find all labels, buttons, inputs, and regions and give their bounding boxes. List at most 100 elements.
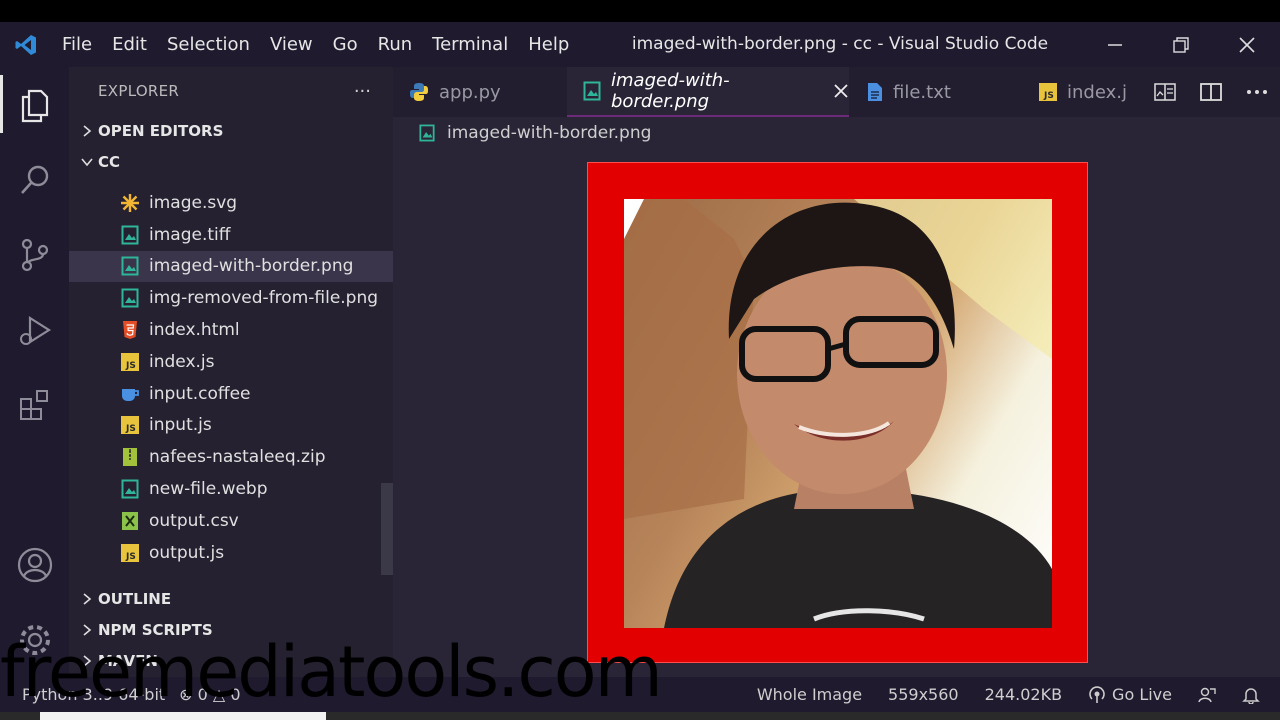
screen-top-band xyxy=(0,0,1280,22)
window-title: imaged-with-border.png - cc - Visual Stu… xyxy=(631,34,1049,54)
vscode-logo-icon xyxy=(0,22,52,67)
section-label: OUTLINE xyxy=(98,589,172,608)
file-tree-item[interactable]: img-removed-from-file.png xyxy=(69,282,393,314)
zoom-level[interactable]: Whole Image xyxy=(757,685,862,704)
tab-label: index.j xyxy=(1067,81,1127,103)
file-tree-item[interactable]: input.coffee xyxy=(69,378,393,410)
tab-label: file.txt xyxy=(893,81,951,103)
source-control-icon xyxy=(21,238,48,271)
image-file-icon xyxy=(119,224,141,246)
file-name: image.tiff xyxy=(149,224,231,245)
file-tree-item[interactable]: image.tiff xyxy=(69,219,393,251)
file-tree-item[interactable]: image.svg xyxy=(69,187,393,219)
go-live-button[interactable]: Go Live xyxy=(1088,685,1172,704)
tab-index-js[interactable]: JS index.j xyxy=(1039,67,1139,117)
file-tree-item[interactable]: nafees-nastaleeq.zip xyxy=(69,441,393,473)
feedback-button[interactable] xyxy=(1198,686,1216,704)
folder-label: CC xyxy=(98,152,121,171)
js-file-icon: JS xyxy=(1039,83,1057,101)
file-name: index.js xyxy=(149,351,215,372)
image-file-icon xyxy=(583,81,601,101)
restore-button[interactable] xyxy=(1148,22,1214,67)
tab-label: imaged-with-border.png xyxy=(611,70,730,112)
extensions-icon xyxy=(19,389,48,420)
tab-file-txt[interactable]: file.txt xyxy=(867,67,1017,117)
menu-file[interactable]: File xyxy=(52,22,102,67)
tab-app-py[interactable]: app.py xyxy=(409,67,579,117)
file-tree-item[interactable]: output.csv xyxy=(69,505,393,537)
run-debug-icon xyxy=(19,315,51,345)
notifications-button[interactable] xyxy=(1242,686,1260,704)
menu-run[interactable]: Run xyxy=(368,22,423,67)
menu-edit[interactable]: Edit xyxy=(102,22,157,67)
search-icon xyxy=(20,165,48,194)
menu-help[interactable]: Help xyxy=(518,22,579,67)
breadcrumb[interactable]: imaged-with-border.png xyxy=(419,121,651,145)
editor-actions xyxy=(1134,67,1280,117)
sidebar-scrollbar[interactable] xyxy=(381,483,393,575)
activity-search[interactable] xyxy=(0,142,69,217)
feedback-icon xyxy=(1198,687,1216,702)
editor-area: app.py imaged-with-border.png file.txt J… xyxy=(393,67,1280,677)
activity-bar xyxy=(0,67,69,677)
menu-go[interactable]: Go xyxy=(323,22,368,67)
more-editor-actions-button[interactable] xyxy=(1234,67,1280,117)
tab-label: app.py xyxy=(439,81,501,103)
image-file-icon xyxy=(119,255,141,277)
js-file-icon: JS xyxy=(119,414,141,436)
split-editor-button[interactable] xyxy=(1188,67,1234,117)
broadcast-icon xyxy=(1089,685,1105,703)
explorer-header: EXPLORER ··· xyxy=(69,67,393,115)
file-name: input.js xyxy=(149,415,212,436)
file-name: index.html xyxy=(149,320,240,341)
menu-bar: File Edit Selection View Go Run Terminal… xyxy=(52,22,579,67)
close-window-button[interactable] xyxy=(1214,22,1280,67)
menu-view[interactable]: View xyxy=(260,22,323,67)
minimize-button[interactable] xyxy=(1082,22,1148,67)
file-tree: image.svg image.tiff imaged-with-border.pn… xyxy=(69,177,393,579)
file-tree-item[interactable]: imaged-with-border.png xyxy=(69,250,393,283)
section-open-editors[interactable]: OPEN EDITORS xyxy=(69,115,393,146)
activity-explorer[interactable] xyxy=(0,67,69,142)
file-name: input.coffee xyxy=(149,383,251,404)
activity-run-debug[interactable] xyxy=(0,292,69,367)
menu-selection[interactable]: Selection xyxy=(157,22,260,67)
file-name: img-removed-from-file.png xyxy=(149,288,379,309)
js-file-icon: JS xyxy=(119,351,141,373)
activity-source-control[interactable] xyxy=(0,217,69,292)
tab-imaged-with-border[interactable]: imaged-with-border.png xyxy=(567,67,849,117)
file-tree-item[interactable]: JS input.js xyxy=(69,410,393,442)
activity-extensions[interactable] xyxy=(0,367,69,442)
file-name: output.csv xyxy=(149,510,239,531)
window-controls xyxy=(1082,22,1280,67)
title-bar: File Edit Selection View Go Run Terminal… xyxy=(0,22,1280,67)
section-folder-cc[interactable]: CC xyxy=(69,146,393,177)
more-actions-icon[interactable]: ··· xyxy=(354,81,371,102)
explorer-sidebar: EXPLORER ··· OPEN EDITORS CC image.svg im… xyxy=(69,67,393,677)
activity-accounts[interactable] xyxy=(0,527,69,602)
restore-icon xyxy=(1173,36,1189,53)
file-tree-item[interactable]: index.html xyxy=(69,314,393,346)
image-preview[interactable] xyxy=(587,162,1088,663)
taskbar-search-box[interactable] xyxy=(40,712,326,720)
menu-terminal[interactable]: Terminal xyxy=(422,22,518,67)
tab-close-icon[interactable] xyxy=(833,83,849,99)
text-file-icon xyxy=(867,82,883,102)
svg-text:JS: JS xyxy=(125,361,136,371)
explorer-title: EXPLORER xyxy=(98,82,180,100)
chevron-right-icon xyxy=(77,124,97,138)
zip-file-icon xyxy=(119,446,141,468)
image-file-icon xyxy=(119,287,141,309)
file-tree-item[interactable]: JS output.js xyxy=(69,537,393,569)
section-outline[interactable]: OUTLINE xyxy=(69,583,393,614)
chevron-down-icon xyxy=(77,156,97,168)
python-icon xyxy=(409,82,429,102)
file-tree-item[interactable]: new-file.webp xyxy=(69,473,393,505)
open-changes-button[interactable] xyxy=(1142,67,1188,117)
files-icon xyxy=(21,89,48,122)
close-icon xyxy=(1239,36,1255,53)
file-tree-item[interactable]: JS index.js xyxy=(69,346,393,378)
image-size: 244.02KB xyxy=(984,685,1063,704)
account-icon xyxy=(17,547,52,582)
minimize-icon xyxy=(1108,43,1122,46)
